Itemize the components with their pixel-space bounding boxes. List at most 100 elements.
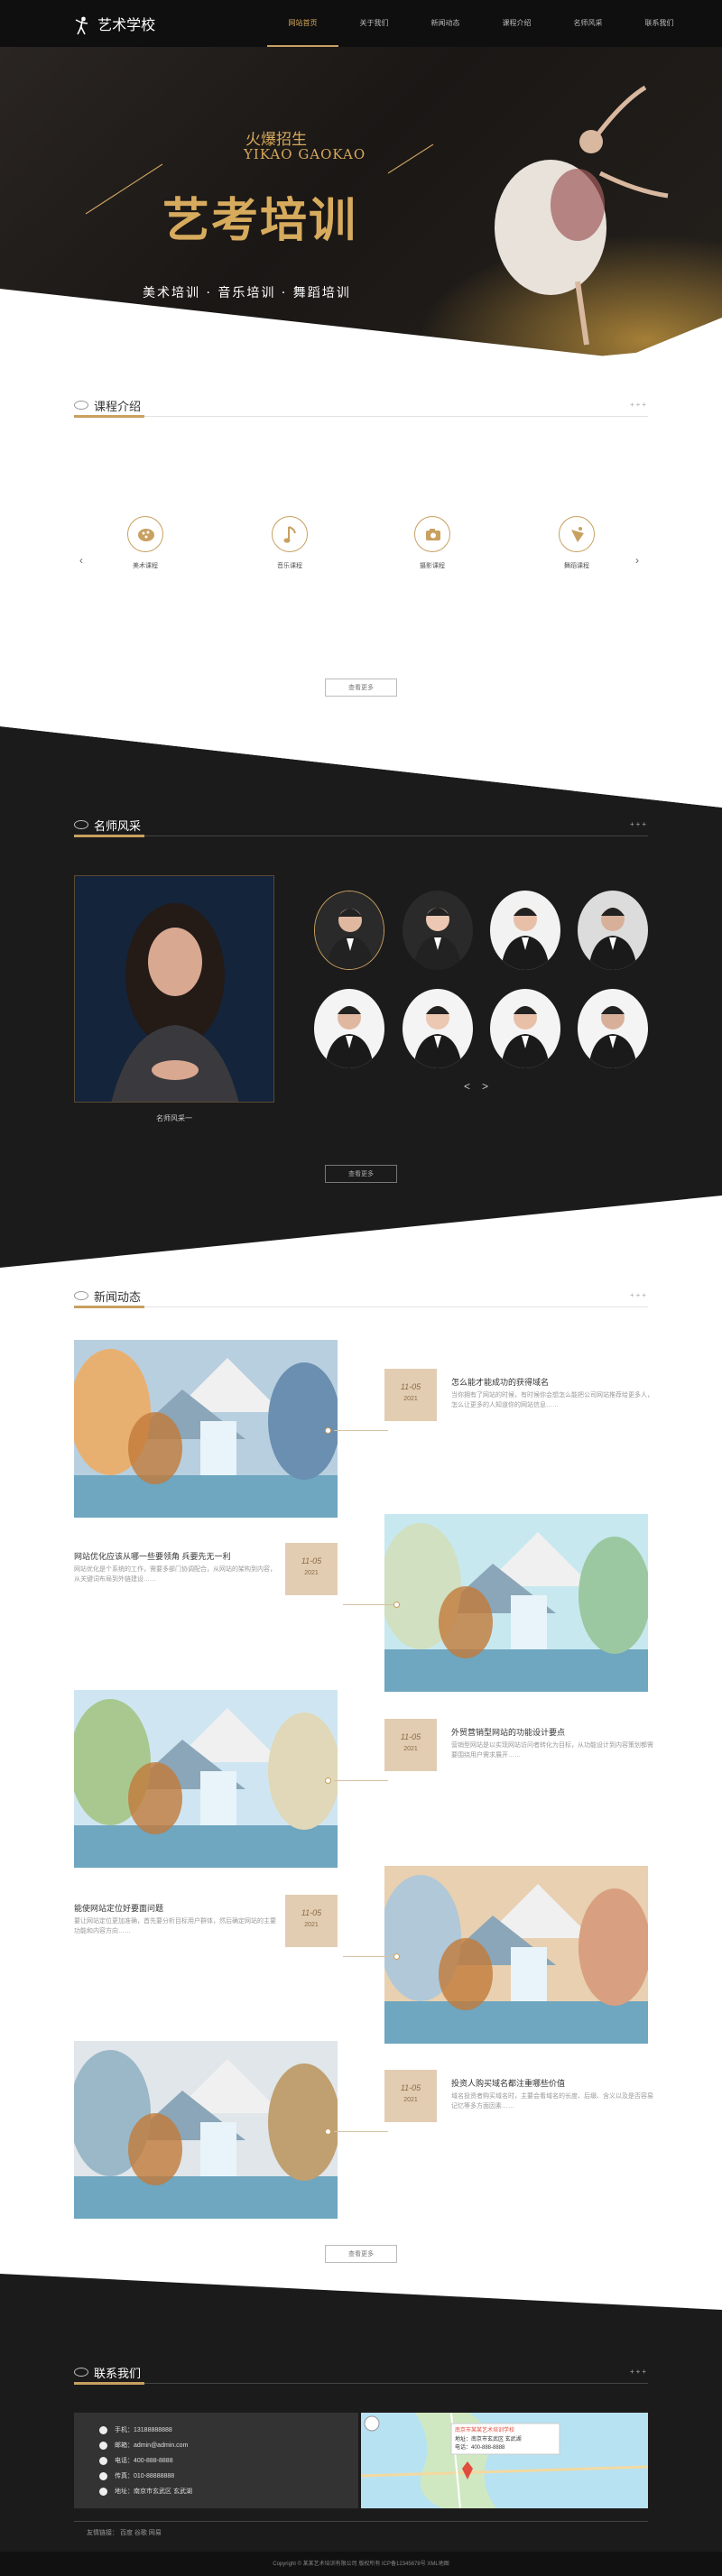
- contact-header: 联系我们 +++: [74, 2364, 648, 2385]
- dancer-logo-icon: [75, 16, 88, 34]
- timeline-connector: [343, 1956, 397, 1957]
- timeline-dot: [393, 1602, 400, 1608]
- teacher-thumbnail[interactable]: [403, 891, 473, 970]
- news-date-badge: 11-05 2021: [384, 1369, 437, 1421]
- news-year: 2021: [403, 1746, 418, 1752]
- contact-row-mobile: 手机：13188888888: [99, 2425, 172, 2434]
- news-image[interactable]: [74, 1690, 338, 1868]
- timeline-connector: [343, 1604, 397, 1605]
- course-item[interactable]: 舞蹈课程: [536, 516, 617, 570]
- logo-text: 艺术学校: [97, 16, 156, 33]
- more-link[interactable]: +++: [630, 2368, 648, 2376]
- news-year: 2021: [304, 1922, 319, 1928]
- news-excerpt: 网站优化是个系统的工作，需要多部门协调配合，从网站的架构到内容，从关键词布局到外…: [74, 1566, 276, 1583]
- teachers-prev-button[interactable]: <: [464, 1080, 470, 1093]
- section-title: 课程介绍: [74, 397, 141, 414]
- news-title[interactable]: 网站优化应该从哪一些要领角 兵要先无一利: [74, 1550, 231, 1562]
- course-label: 美术课程: [133, 563, 158, 569]
- teacher-thumbnail[interactable]: [314, 891, 384, 970]
- timeline-dot: [325, 2128, 331, 2135]
- course-item[interactable]: 音乐课程: [249, 516, 330, 570]
- location-map[interactable]: 南京市某某艺术培训学校 地址：南京市玄武区 玄武湖 电话：400-888-888…: [361, 2413, 648, 2508]
- fax-icon: [99, 2471, 107, 2480]
- nav-item-about[interactable]: 关于我们: [338, 0, 410, 47]
- teacher-thumbnail[interactable]: [403, 989, 473, 1068]
- carousel-prev-button[interactable]: ‹: [79, 554, 83, 567]
- news-title[interactable]: 怎么能才能成功的获得域名: [451, 1376, 549, 1388]
- timeline-connector: [334, 2131, 388, 2132]
- map-phone: 电话：400-888-8888: [455, 2445, 505, 2451]
- contact-row-email: 邮箱：admin@admin.com: [99, 2441, 188, 2450]
- news-date-badge: 11-05 2021: [384, 1719, 437, 1771]
- mail-icon: [99, 2441, 107, 2450]
- contact-label: 电话：: [115, 2458, 134, 2464]
- nav-item-news[interactable]: 新闻动态: [410, 0, 481, 47]
- teachers-more-button[interactable]: 查看更多: [325, 1165, 397, 1183]
- news-image[interactable]: [384, 1514, 648, 1692]
- contact-value: 南京市玄武区 玄武湖: [134, 2488, 192, 2495]
- teacher-thumbnail[interactable]: [578, 891, 648, 970]
- news-more-button[interactable]: 查看更多: [325, 2245, 397, 2263]
- teacher-thumbnail[interactable]: [490, 989, 560, 1068]
- news-excerpt: 营销型网站是以实现网站访问者转化为目标，从功能设计到内容策划都需要围绕用户需求展…: [451, 1742, 653, 1759]
- news-date-badge: 11-05 2021: [384, 2070, 437, 2122]
- contact-value: 13188888888: [134, 2427, 172, 2433]
- copyright-text: Copyright © 某某艺术培训有限公司 版权所有 ICP备12345678…: [273, 2562, 449, 2567]
- hero-english-title: YIKAO GAOKAO: [244, 146, 366, 162]
- news-image[interactable]: [74, 1340, 338, 1518]
- teacher-thumbnail[interactable]: [490, 891, 560, 970]
- news-excerpt: 域名投资者购买域名时，主要会看域名的长度、后缀、含义以及是否容易记忆等多方面因素…: [451, 2093, 653, 2110]
- contact-label: 地址：: [115, 2488, 134, 2495]
- contact-label: 传真：: [115, 2473, 134, 2479]
- carousel-next-button[interactable]: ›: [635, 554, 639, 567]
- contact-row-phone: 电话：400-888-8888: [99, 2456, 173, 2465]
- map-address: 地址：南京市玄武区 玄武湖: [455, 2437, 522, 2442]
- contact-label: 手机：: [115, 2427, 134, 2433]
- footer-divider: [74, 2521, 648, 2522]
- course-label: 音乐课程: [277, 563, 302, 569]
- contact-row-fax: 传真：010-88888888: [99, 2471, 174, 2480]
- news-image[interactable]: [384, 1866, 648, 2044]
- news-year: 2021: [403, 2097, 418, 2103]
- timeline-dot: [325, 1427, 331, 1434]
- friend-links[interactable]: 友情链接： 百度 谷歌 网易: [87, 2528, 162, 2537]
- section-title: 名师风采: [74, 817, 141, 834]
- more-link[interactable]: +++: [630, 820, 648, 828]
- course-item[interactable]: 美术课程: [105, 516, 186, 570]
- teacher-thumbnail[interactable]: [314, 989, 384, 1068]
- more-link[interactable]: +++: [630, 1291, 648, 1299]
- top-nav: 艺术学校 网站首页 关于我们 新闻动态 课程介绍 名师风采 联系我们: [0, 0, 722, 47]
- courses-header: 课程介绍 +++: [74, 397, 648, 418]
- course-label: 舞蹈课程: [564, 563, 589, 569]
- nav-item-contact[interactable]: 联系我们: [624, 0, 695, 47]
- news-year: 2021: [403, 1396, 418, 1402]
- nav-item-home[interactable]: 网站首页: [267, 0, 338, 47]
- dance-icon: [559, 516, 595, 552]
- more-link[interactable]: +++: [630, 401, 648, 409]
- contact-value: 010-88888888: [134, 2473, 175, 2479]
- map-company-name: 南京市某某艺术培训学校: [455, 2428, 515, 2433]
- title-underline: [74, 835, 144, 837]
- contact-value[interactable]: admin@admin.com: [134, 2442, 188, 2449]
- timeline-connector: [334, 1780, 388, 1781]
- teacher-thumbnail[interactable]: [578, 989, 648, 1068]
- contact-label: 邮箱：: [115, 2442, 134, 2449]
- camera-icon: [414, 516, 450, 552]
- teachers-next-button[interactable]: >: [482, 1080, 488, 1093]
- news-date: 11-05: [400, 1382, 421, 1391]
- hero-main-title: 艺考培训: [162, 193, 358, 248]
- featured-teacher-photo[interactable]: [74, 875, 274, 1103]
- news-title[interactable]: 能使网站定位好要面问题: [74, 1902, 163, 1914]
- teachers-header: 名师风采 +++: [74, 817, 648, 837]
- logo[interactable]: 艺术学校: [74, 13, 155, 36]
- news-title[interactable]: 外贸营销型网站的功能设计要点: [451, 1726, 565, 1738]
- course-item[interactable]: 摄影课程: [392, 516, 473, 570]
- news-image[interactable]: [74, 2041, 338, 2219]
- main-menu: 网站首页 关于我们 新闻动态 课程介绍 名师风采 联系我们: [267, 0, 695, 47]
- nav-item-teachers[interactable]: 名师风采: [552, 0, 624, 47]
- nav-item-courses[interactable]: 课程介绍: [481, 0, 552, 47]
- courses-more-button[interactable]: 查看更多: [325, 679, 397, 697]
- phone-icon: [99, 2425, 107, 2434]
- contact-row-address: 地址：南京市玄武区 玄武湖: [99, 2487, 192, 2496]
- news-title[interactable]: 投资人购买域名都注重哪些价值: [451, 2077, 565, 2089]
